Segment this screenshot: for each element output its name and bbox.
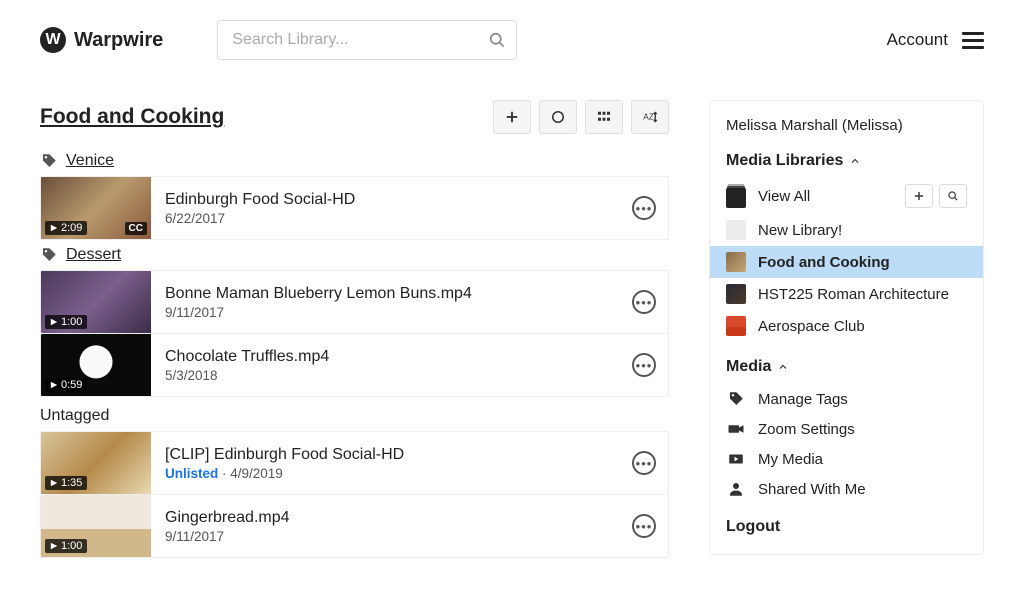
tag-heading[interactable]: Venice <box>40 152 669 170</box>
record-button[interactable] <box>539 100 577 134</box>
chevron-up-icon <box>849 155 861 167</box>
library-thumb-icon <box>726 284 746 304</box>
more-options-button[interactable]: ••• <box>620 451 668 475</box>
media-libraries-heading[interactable]: Media Libraries <box>710 148 983 178</box>
media-date: 5/3/2018 <box>165 368 218 383</box>
thumbnail: 2:09 CC <box>41 177 151 239</box>
thumbnail: 1:35 <box>41 432 151 494</box>
chevron-up-icon <box>777 361 789 373</box>
current-user: Melissa Marshall (Melissa) <box>710 117 983 148</box>
toolbar: AZ <box>493 100 669 134</box>
duration-badge: 0:59 <box>45 378 87 392</box>
add-button[interactable] <box>493 100 531 134</box>
library-thumb-icon <box>726 252 746 272</box>
library-name: Aerospace Club <box>758 318 865 335</box>
media-title: Edinburgh Food Social-HD <box>165 191 606 209</box>
more-options-button[interactable]: ••• <box>620 196 668 220</box>
media-date: · 4/9/2019 <box>218 466 283 481</box>
cc-badge: CC <box>125 222 147 235</box>
brand-text: Warpwire <box>74 29 163 52</box>
stack-icon <box>726 188 746 208</box>
add-library-button[interactable] <box>905 184 933 208</box>
visibility-badge: Unlisted <box>165 466 218 481</box>
side-panel: Melissa Marshall (Melissa) Media Librari… <box>709 100 984 555</box>
view-all-libraries[interactable]: View All <box>710 178 983 214</box>
library-item[interactable]: New Library! <box>710 214 983 246</box>
library-thumb-icon <box>726 316 746 336</box>
thumbnail: 1:00 <box>41 271 151 333</box>
duration-badge: 1:35 <box>45 476 87 490</box>
media-row[interactable]: 0:59 Chocolate Truffles.mp4 5/3/2018 ••• <box>40 334 669 397</box>
duration-badge: 1:00 <box>45 315 87 329</box>
tag-icon <box>726 390 746 408</box>
tag-name[interactable]: Dessert <box>66 246 121 264</box>
side-nav-label: My Media <box>758 451 823 468</box>
media-title: Gingerbread.mp4 <box>165 509 606 527</box>
library-name: Food and Cooking <box>758 254 890 271</box>
svg-text:AZ: AZ <box>643 112 654 121</box>
sort-button[interactable]: AZ <box>631 100 669 134</box>
tag-heading[interactable]: Dessert <box>40 246 669 264</box>
duration-badge: 2:09 <box>45 221 87 235</box>
media-title: Bonne Maman Blueberry Lemon Buns.mp4 <box>165 285 606 303</box>
media-title: [CLIP] Edinburgh Food Social-HD <box>165 446 606 464</box>
person-icon <box>726 480 746 498</box>
grid-view-button[interactable] <box>585 100 623 134</box>
tag-icon <box>40 152 58 170</box>
media-info: Edinburgh Food Social-HD 6/22/2017 <box>151 183 620 234</box>
side-nav-item[interactable]: Shared With Me <box>710 474 983 504</box>
untagged-heading: Untagged <box>40 407 669 425</box>
media-date: 9/11/2017 <box>165 305 224 320</box>
media-title: Chocolate Truffles.mp4 <box>165 348 606 366</box>
camera-icon <box>726 420 746 438</box>
media-info: Chocolate Truffles.mp4 5/3/2018 <box>151 340 620 391</box>
more-options-button[interactable]: ••• <box>620 353 668 377</box>
side-nav-label: Shared With Me <box>758 481 866 498</box>
media-row[interactable]: 1:35 [CLIP] Edinburgh Food Social-HD Unlis… <box>40 431 669 495</box>
duration-badge: 1:00 <box>45 539 87 553</box>
library-item[interactable]: Food and Cooking <box>710 246 983 278</box>
search-container <box>217 20 517 60</box>
thumbnail: 1:00 <box>41 495 151 557</box>
media-row[interactable]: 2:09 CC Edinburgh Food Social-HD 6/22/2017 •… <box>40 176 669 240</box>
logout-link[interactable]: Logout <box>710 504 983 538</box>
menu-icon[interactable] <box>962 32 984 49</box>
side-nav-item[interactable]: My Media <box>710 444 983 474</box>
more-options-button[interactable]: ••• <box>620 290 668 314</box>
media-row[interactable]: 1:00 Bonne Maman Blueberry Lemon Buns.mp4… <box>40 270 669 334</box>
media-info: Gingerbread.mp4 9/11/2017 <box>151 501 620 552</box>
library-item[interactable]: HST225 Roman Architecture <box>710 278 983 310</box>
thumbnail: 0:59 <box>41 334 151 396</box>
brand-logo[interactable]: W Warpwire <box>40 27 163 53</box>
page-title[interactable]: Food and Cooking <box>40 105 224 129</box>
side-nav-label: Manage Tags <box>758 391 848 408</box>
media-info: Bonne Maman Blueberry Lemon Buns.mp4 9/11… <box>151 277 620 328</box>
account-block: Account <box>887 30 984 50</box>
library-name: HST225 Roman Architecture <box>758 286 949 303</box>
library-name: New Library! <box>758 222 842 239</box>
side-nav-item[interactable]: Manage Tags <box>710 384 983 414</box>
media-date: 9/11/2017 <box>165 529 224 544</box>
more-options-button[interactable]: ••• <box>620 514 668 538</box>
library-item[interactable]: Aerospace Club <box>710 310 983 342</box>
side-nav-item[interactable]: Zoom Settings <box>710 414 983 444</box>
search-input[interactable] <box>217 20 517 60</box>
media-info: [CLIP] Edinburgh Food Social-HDUnlisted … <box>151 438 620 489</box>
search-icon[interactable] <box>487 30 507 50</box>
play-icon <box>726 450 746 468</box>
brand-mark-icon: W <box>40 27 66 53</box>
main-content: Food and Cooking AZ Venice 2:09 CC Edinburg… <box>40 100 669 558</box>
media-date: 6/22/2017 <box>165 211 225 226</box>
media-heading[interactable]: Media <box>710 354 983 384</box>
library-thumb-icon <box>726 220 746 240</box>
tag-icon <box>40 246 58 264</box>
app-header: W Warpwire Account <box>0 0 1024 80</box>
side-nav-label: Zoom Settings <box>758 421 855 438</box>
media-row[interactable]: 1:00 Gingerbread.mp4 9/11/2017 ••• <box>40 495 669 558</box>
account-link[interactable]: Account <box>887 30 948 50</box>
tag-name[interactable]: Venice <box>66 152 114 170</box>
search-libraries-button[interactable] <box>939 184 967 208</box>
